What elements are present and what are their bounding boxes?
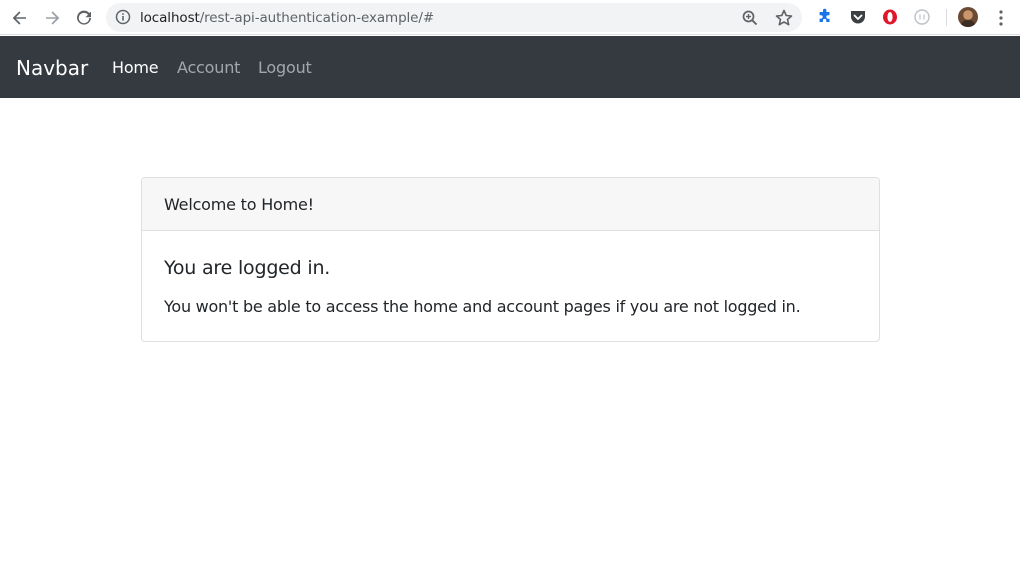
- card-header-text: Welcome to Home!: [164, 195, 314, 214]
- pocket-icon: [851, 11, 865, 24]
- pocket-button[interactable]: [848, 7, 868, 27]
- url-text: localhost/rest-api-authentication-exampl…: [140, 10, 434, 26]
- arrow-left-icon: [12, 11, 26, 25]
- extension-inactive-button[interactable]: [912, 7, 932, 27]
- forward-button[interactable]: [40, 6, 64, 30]
- nav-link-logout[interactable]: Logout: [258, 58, 312, 77]
- back-button[interactable]: [8, 6, 32, 30]
- arrow-right-icon: [46, 11, 60, 25]
- url-host: localhost: [140, 10, 200, 26]
- card-text: You won't be able to access the home and…: [164, 297, 801, 316]
- zoom-icon[interactable]: [741, 9, 759, 27]
- opera-button[interactable]: [880, 7, 900, 27]
- card-header: Welcome to Home!: [142, 178, 879, 231]
- navbar: Navbar Home Account Logout: [0, 36, 1020, 98]
- browser-toolbar: localhost/rest-api-authentication-exampl…: [0, 0, 1020, 35]
- address-bar[interactable]: localhost/rest-api-authentication-exampl…: [106, 3, 802, 32]
- avatar[interactable]: [958, 7, 978, 27]
- welcome-card: Welcome to Home! You are logged in. You …: [141, 177, 880, 342]
- reload-button[interactable]: [72, 6, 96, 30]
- puzzle-icon: [819, 8, 830, 22]
- toolbar-divider: [946, 9, 947, 26]
- kebab-menu-icon[interactable]: [992, 8, 1010, 28]
- circle-extension-icon: [914, 9, 930, 25]
- reload-icon: [77, 10, 91, 25]
- opera-icon: [883, 9, 897, 25]
- info-icon[interactable]: [115, 9, 131, 25]
- nav-link-home[interactable]: Home: [112, 58, 159, 77]
- navbar-brand[interactable]: Navbar: [16, 56, 88, 80]
- star-icon[interactable]: [774, 8, 794, 28]
- url-path: /rest-api-authentication-example/#: [199, 10, 435, 26]
- card-title: You are logged in.: [164, 257, 331, 279]
- extensions-button[interactable]: [815, 7, 835, 27]
- nav-link-account[interactable]: Account: [177, 58, 240, 77]
